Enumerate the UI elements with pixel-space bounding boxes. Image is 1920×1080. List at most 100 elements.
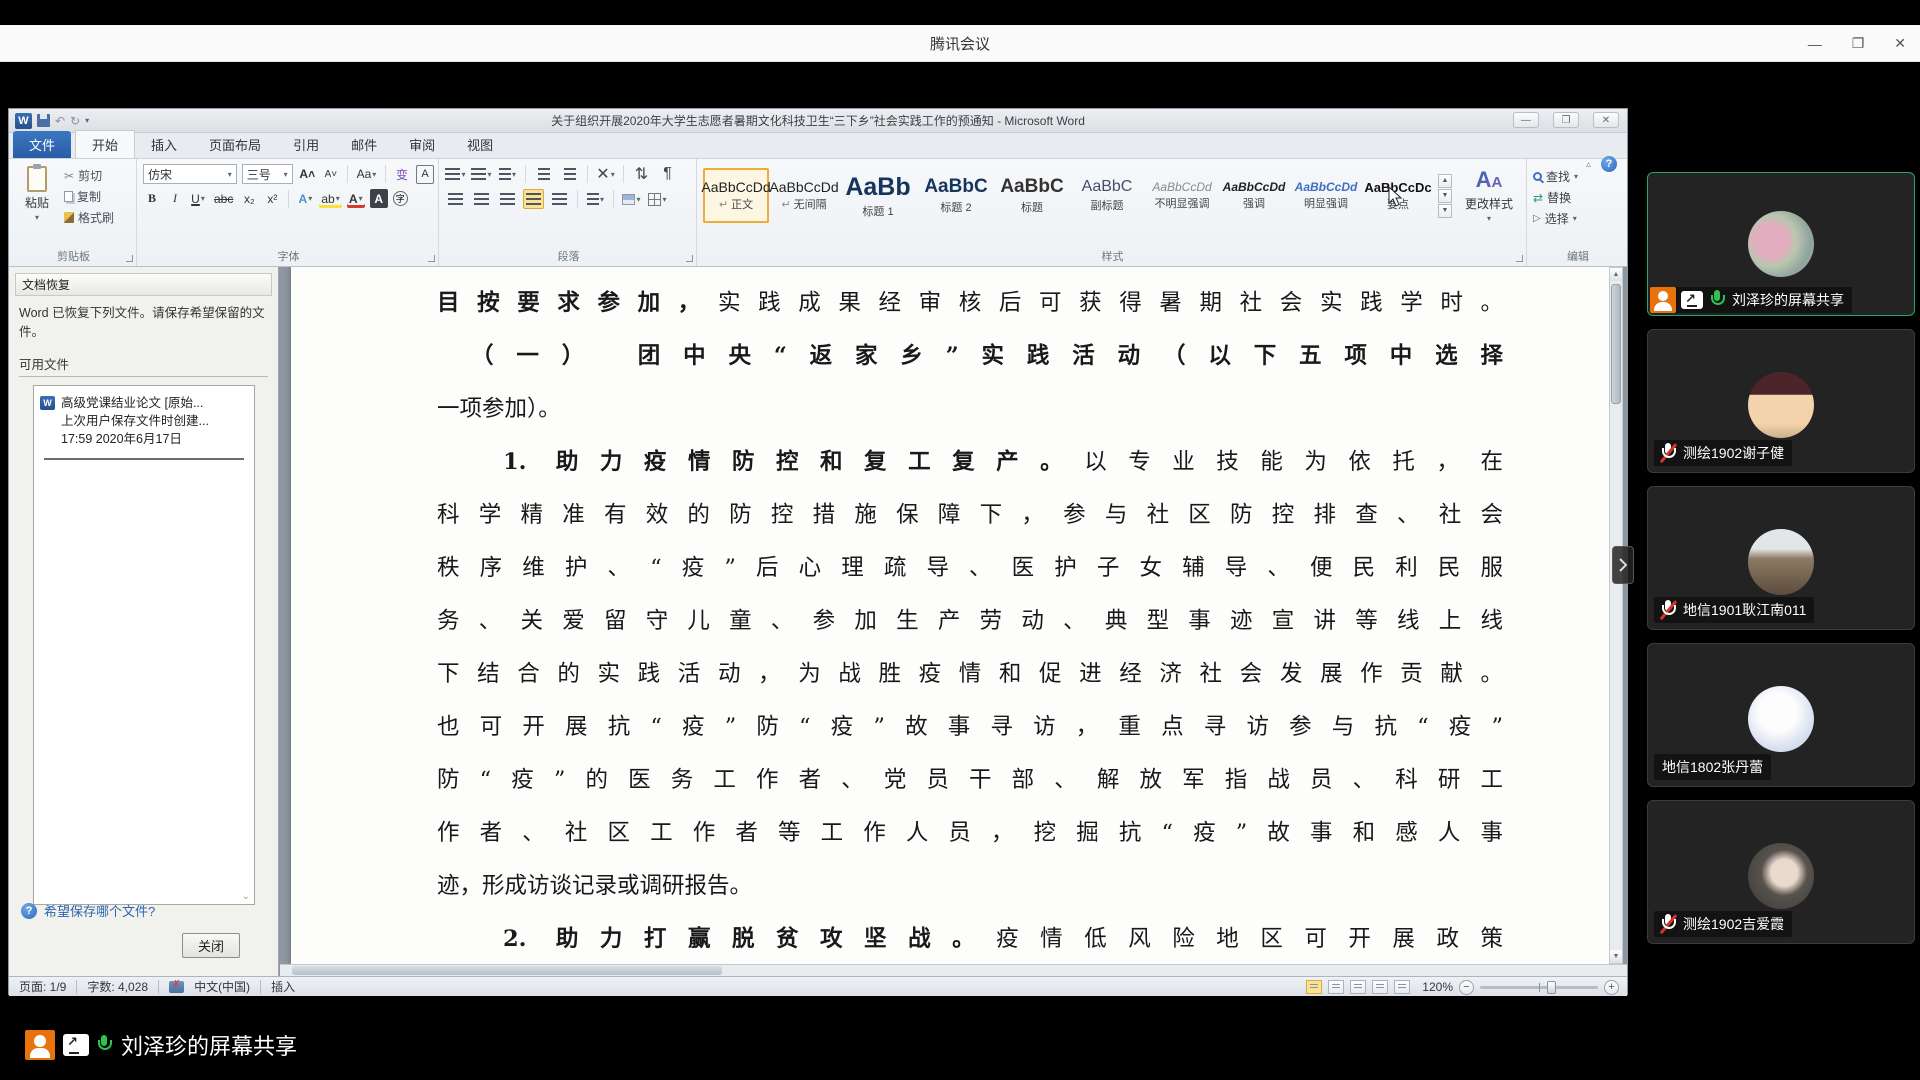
- text-effects-button[interactable]: A▾: [296, 189, 314, 208]
- show-marks-button[interactable]: ¶: [657, 164, 678, 184]
- align-left-button[interactable]: [445, 189, 466, 209]
- participant-tile-sharer[interactable]: 刘泽珍的屏幕共享: [1647, 172, 1915, 316]
- zoom-out-button[interactable]: −: [1459, 980, 1474, 995]
- style-emphasis[interactable]: AaBbCcDd强调: [1221, 168, 1287, 223]
- paragraph-dialog-launcher-icon[interactable]: [686, 255, 693, 262]
- enclose-characters-button[interactable]: 字: [393, 191, 408, 206]
- vertical-scroll-thumb[interactable]: [1611, 284, 1621, 404]
- insert-mode-indicator[interactable]: 插入: [271, 978, 295, 995]
- zoom-level[interactable]: 120%: [1422, 980, 1453, 994]
- change-styles-button[interactable]: AA 更改样式 ▾: [1459, 164, 1519, 223]
- style-title[interactable]: AaBbC标题: [995, 168, 1069, 223]
- gallery-up-icon[interactable]: ▲: [1438, 174, 1452, 188]
- bold-button[interactable]: B: [143, 189, 161, 208]
- numbering-button[interactable]: ▾: [471, 164, 492, 184]
- vertical-scrollbar[interactable]: ▲ ▼: [1609, 267, 1623, 964]
- style-intense-emphasis[interactable]: AaBbCcDd明显强调: [1289, 168, 1363, 223]
- select-button[interactable]: ▷选择▾: [1533, 210, 1623, 227]
- tab-view[interactable]: 视图: [451, 131, 509, 158]
- phonetic-guide-button[interactable]: 变: [393, 165, 411, 184]
- word-minimize-button[interactable]: —: [1513, 112, 1539, 128]
- justify-button[interactable]: [523, 189, 544, 209]
- word-maximize-button[interactable]: ❐: [1553, 112, 1579, 128]
- font-dialog-launcher-icon[interactable]: [428, 255, 435, 262]
- tab-file[interactable]: 文件: [13, 131, 71, 158]
- spellcheck-icon[interactable]: [169, 981, 184, 993]
- word-count[interactable]: 字数: 4,028: [87, 978, 148, 995]
- web-layout-view-button[interactable]: [1350, 980, 1366, 994]
- sort-button[interactable]: ⇅: [631, 164, 652, 184]
- font-size-select[interactable]: 三号▾: [242, 164, 293, 184]
- strikethrough-button[interactable]: abc: [212, 189, 235, 208]
- zoom-slider[interactable]: [1480, 986, 1598, 989]
- tab-home[interactable]: 开始: [75, 130, 135, 158]
- gallery-down-icon[interactable]: ▼: [1438, 189, 1452, 203]
- underline-button[interactable]: U▾: [189, 189, 207, 208]
- document-page[interactable]: 目按要求参加，实践成果经审核后可获得暑期社会实践学时。 （一） 团中央“返家乡”…: [291, 267, 1611, 964]
- close-button[interactable]: ✕: [1894, 35, 1906, 52]
- align-center-button[interactable]: [471, 189, 492, 209]
- recovery-help-link[interactable]: ? 希望保存哪个文件?: [21, 901, 155, 920]
- superscript-button[interactable]: x²: [263, 189, 281, 208]
- participant-tile[interactable]: 测绘1902谢子健: [1647, 329, 1915, 473]
- decrease-indent-button[interactable]: [533, 164, 554, 184]
- line-spacing-button[interactable]: ▾: [585, 189, 606, 209]
- shrink-font-button[interactable]: A˅: [322, 165, 340, 184]
- clipboard-dialog-launcher-icon[interactable]: [126, 255, 133, 262]
- participant-tile[interactable]: 地信1802张丹蕾: [1647, 643, 1915, 787]
- participant-tile[interactable]: 地信1901耿江南011: [1647, 486, 1915, 630]
- zoom-slider-thumb[interactable]: [1547, 981, 1556, 994]
- style-normal[interactable]: AaBbCcDd↵ 正文: [703, 168, 769, 223]
- horizontal-scrollbar[interactable]: [280, 964, 1627, 976]
- minimize-button[interactable]: —: [1808, 36, 1822, 52]
- recovery-close-button[interactable]: 关闭: [182, 933, 240, 958]
- format-painter-button[interactable]: 格式刷: [64, 209, 114, 226]
- paste-button[interactable]: 粘贴 ▾: [15, 164, 59, 222]
- shading-button[interactable]: ▾: [621, 189, 642, 209]
- recovered-file-item[interactable]: W 高级党课结业论文 [原始... 上次用户保存文件时创建... 17:59 2…: [40, 394, 248, 448]
- minimize-ribbon-icon[interactable]: ▵: [1586, 159, 1591, 170]
- grow-font-button[interactable]: A˄: [298, 165, 317, 184]
- character-border-button[interactable]: A: [416, 165, 434, 184]
- highlight-color-button[interactable]: ab▾: [319, 189, 341, 208]
- maximize-button[interactable]: ❐: [1852, 35, 1865, 52]
- gallery-more-icon[interactable]: ▼: [1438, 204, 1452, 218]
- tab-review[interactable]: 审阅: [393, 131, 451, 158]
- word-close-button[interactable]: ✕: [1593, 112, 1619, 128]
- asian-layout-button[interactable]: ✕▾: [595, 164, 616, 184]
- change-case-button[interactable]: Aa▾: [355, 165, 378, 184]
- tab-insert[interactable]: 插入: [135, 131, 193, 158]
- style-subtitle[interactable]: AaBbC副标题: [1071, 168, 1143, 223]
- font-color-button[interactable]: A▾: [347, 189, 365, 208]
- horizontal-scroll-thumb[interactable]: [292, 966, 722, 975]
- distribute-button[interactable]: [549, 189, 570, 209]
- increase-indent-button[interactable]: [559, 164, 580, 184]
- style-no-spacing[interactable]: AaBbCcDd↵ 无间隔: [771, 168, 837, 223]
- list-scroll-icon[interactable]: ⌄: [242, 891, 250, 902]
- scroll-up-icon[interactable]: ▲: [1610, 268, 1622, 281]
- tab-page-layout[interactable]: 页面布局: [193, 131, 277, 158]
- subscript-button[interactable]: x₂: [240, 189, 258, 208]
- draft-view-button[interactable]: [1394, 980, 1410, 994]
- styles-dialog-launcher-icon[interactable]: [1516, 255, 1523, 262]
- scroll-down-icon[interactable]: ▼: [1610, 950, 1622, 963]
- collapse-sidebar-button[interactable]: [1612, 546, 1634, 584]
- page-indicator[interactable]: 页面: 1/9: [19, 978, 66, 995]
- fullscreen-reading-view-button[interactable]: [1328, 980, 1344, 994]
- cut-button[interactable]: ✂剪切: [64, 167, 114, 184]
- style-heading2[interactable]: AaBbC标题 2: [919, 168, 993, 223]
- language-indicator[interactable]: 中文(中国): [194, 978, 250, 995]
- italic-button[interactable]: I: [166, 189, 184, 208]
- tab-mailings[interactable]: 邮件: [335, 131, 393, 158]
- borders-button[interactable]: ▾: [647, 189, 668, 209]
- replace-button[interactable]: ⇄替换: [1533, 189, 1623, 206]
- print-layout-view-button[interactable]: [1306, 980, 1322, 994]
- tab-references[interactable]: 引用: [277, 131, 335, 158]
- help-icon[interactable]: ?: [1601, 156, 1617, 172]
- font-name-select[interactable]: 仿宋▾: [143, 164, 237, 184]
- zoom-in-button[interactable]: +: [1604, 980, 1619, 995]
- bullets-button[interactable]: ▾: [445, 164, 466, 184]
- shading-a-button[interactable]: A: [370, 189, 388, 208]
- outline-view-button[interactable]: [1372, 980, 1388, 994]
- participant-tile[interactable]: 测绘1902吉爱霞: [1647, 800, 1915, 944]
